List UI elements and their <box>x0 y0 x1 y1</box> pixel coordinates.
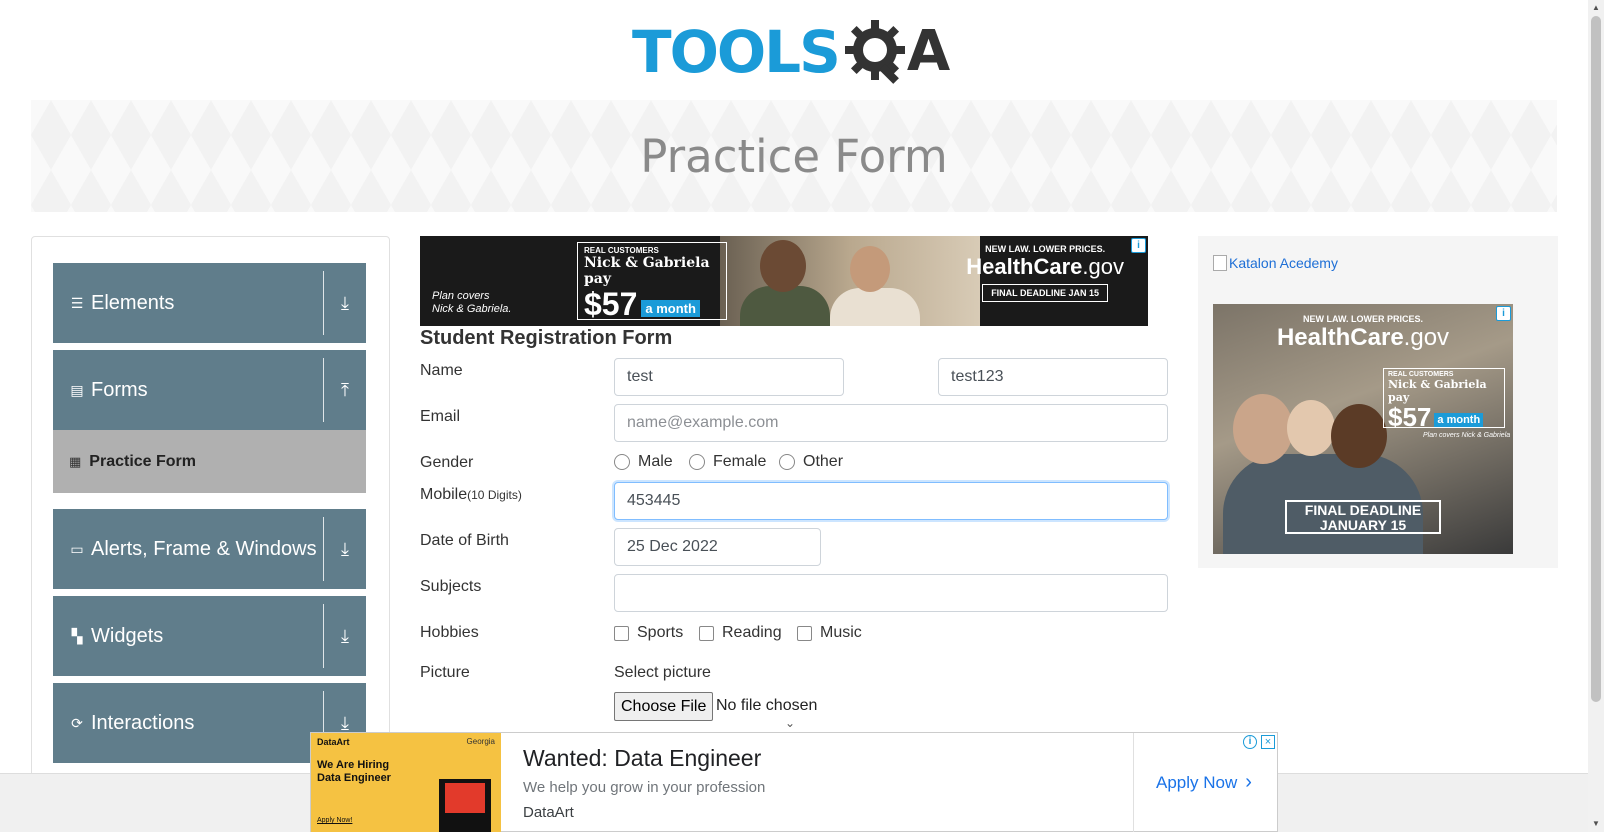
sidebar-group-label: Alerts, Frame & Windows <box>91 537 317 560</box>
ad-plan-copy: Plan covers Nick & Gabriela <box>1423 432 1511 439</box>
ad-plan-copy: Plan covers Nick & Gabriela. <box>432 290 512 315</box>
ad-quote-box: REAL CUSTOMERS Nick & Gabriela pay $57 a… <box>577 242 727 321</box>
hobby-music-checkbox[interactable]: Music <box>797 624 862 642</box>
radio-icon[interactable] <box>614 454 630 470</box>
page-title: Practice Form <box>640 129 948 183</box>
subjects-input[interactable] <box>614 574 1168 612</box>
hobbies-label: Hobbies <box>420 624 479 641</box>
ad-photo <box>720 236 980 326</box>
radio-icon[interactable] <box>779 454 795 470</box>
sidebar-group-label: Elements <box>91 291 175 314</box>
ad-headline: NEW LAW. LOWER PRICES. HealthCare.gov <box>1276 314 1450 351</box>
sidebar-group-elements[interactable]: ☰ Elements ⤓ <box>53 263 366 343</box>
email-label: Email <box>420 408 461 425</box>
mobile-input[interactable]: 453445 <box>614 482 1168 520</box>
sidebar-group-forms[interactable]: ▤ Forms ⤒ <box>53 350 366 430</box>
ad-description: We help you grow in your profession <box>523 779 766 796</box>
widgets-icon: ▚ <box>71 627 83 644</box>
ad-deadline: FINAL DEADLINE JANUARY 15 <box>1285 500 1441 534</box>
form-icon: ▦ <box>69 453 82 469</box>
scroll-up-icon[interactable]: ▲ <box>1588 0 1604 16</box>
expand-icon[interactable]: ⤓ <box>324 626 366 647</box>
scroll-down-icon[interactable]: ▼ <box>1588 816 1604 832</box>
gender-label: Gender <box>420 454 474 471</box>
expand-icon[interactable]: ⤓ <box>324 293 366 314</box>
sidebar-group-alerts[interactable]: ▭ Alerts, Frame & Windows ⤓ <box>53 509 366 589</box>
healthcare-ad-banner[interactable]: Plan covers Nick & Gabriela. REAL CUSTOM… <box>420 236 1148 326</box>
ad-headline[interactable]: Wanted: Data Engineer <box>523 745 761 772</box>
gender-option-label: Female <box>713 453 767 470</box>
gear-magnifier-icon <box>844 20 905 84</box>
chevron-down-icon[interactable]: ⌄ <box>785 716 795 730</box>
page-banner: Practice Form <box>31 100 1557 212</box>
adchoices-icon[interactable]: i <box>1131 238 1146 253</box>
page-scrollbar[interactable]: ▲ ▼ <box>1588 0 1604 832</box>
divider <box>1133 733 1134 832</box>
email-input[interactable]: name@example.com <box>614 404 1168 442</box>
toolsqa-logo[interactable]: TOOLS A <box>632 14 950 90</box>
last-name-input[interactable]: test123 <box>938 358 1168 396</box>
gender-option-label: Other <box>803 453 844 470</box>
dataart-job-ad[interactable]: DataArt Georgia We Are Hiring Data Engin… <box>310 732 1278 832</box>
hobby-sports-checkbox[interactable]: Sports <box>614 624 683 642</box>
hobby-option-label: Reading <box>722 624 782 641</box>
ad-thumbnail: DataArt Georgia We Are Hiring Data Engin… <box>311 733 501 832</box>
sidebar-group-widgets[interactable]: ▚ Widgets ⤓ <box>53 596 366 676</box>
gender-other-radio[interactable]: Other <box>779 453 843 471</box>
window-icon: ▭ <box>70 540 84 557</box>
sidebar-item-label: Practice Form <box>89 452 197 470</box>
subjects-label: Subjects <box>420 578 482 595</box>
divider <box>323 604 324 668</box>
info-icon[interactable]: i <box>1243 735 1257 749</box>
katalon-link-text[interactable]: Katalon Acedemy <box>1229 255 1338 271</box>
checkbox-icon[interactable] <box>699 625 714 641</box>
sidebar-group-label: Widgets <box>91 624 164 647</box>
ad-advertiser: DataArt <box>523 804 574 821</box>
sidebar-group-label: Forms <box>91 378 148 401</box>
divider <box>323 517 324 581</box>
divider <box>323 271 324 335</box>
checkbox-icon[interactable] <box>614 625 629 641</box>
expand-icon[interactable]: ⤓ <box>324 539 366 560</box>
collapse-icon[interactable]: ⤒ <box>324 380 366 401</box>
ad-quote-box: REAL CUSTOMERS Nick & Gabriela pay $57 a… <box>1383 368 1505 430</box>
picture-label: Picture <box>420 664 470 681</box>
select-picture-label: Select picture <box>614 664 711 681</box>
interactions-icon: ⟳ <box>71 714 83 731</box>
logo-text: TOOLS <box>632 18 841 86</box>
katalon-academy-link[interactable]: Katalon Acedemy <box>1213 255 1338 271</box>
sidebar-item-practice-form[interactable]: ▦ Practice Form <box>53 430 366 493</box>
document-icon: ▤ <box>70 381 84 398</box>
file-status-text: No file chosen <box>716 697 818 714</box>
mobile-label: Mobile(10 Digits) <box>420 486 522 503</box>
dob-label: Date of Birth <box>420 532 509 549</box>
form-title: Student Registration Form <box>420 327 673 349</box>
choose-file-button[interactable]: Choose File <box>614 692 714 721</box>
divider <box>323 358 324 422</box>
healthcare-ad-square[interactable]: NEW LAW. LOWER PRICES. HealthCare.gov RE… <box>1213 304 1513 554</box>
hobby-option-label: Music <box>820 624 862 641</box>
name-label: Name <box>420 362 463 379</box>
hobby-option-label: Sports <box>637 624 684 641</box>
apply-now-button[interactable]: Apply Now › <box>1156 771 1252 794</box>
date-of-birth-input[interactable]: 25 Dec 2022 <box>614 528 821 566</box>
close-icon[interactable]: × <box>1261 735 1275 749</box>
adchoices-icon[interactable]: i <box>1496 306 1511 321</box>
chevron-right-icon: › <box>1245 771 1252 793</box>
gender-male-radio[interactable]: Male <box>614 453 673 471</box>
ad-healthcare-block: NEW LAW. LOWER PRICES. HealthCare.gov FI… <box>966 244 1124 302</box>
first-name-input[interactable]: test <box>614 358 844 396</box>
gender-option-label: Male <box>638 453 673 470</box>
scrollbar-thumb[interactable] <box>1591 16 1601 702</box>
checkbox-icon[interactable] <box>797 625 812 641</box>
gender-female-radio[interactable]: Female <box>689 453 766 471</box>
sidebar-group-label: Interactions <box>91 711 195 734</box>
broken-image-icon <box>1213 255 1227 271</box>
hobby-reading-checkbox[interactable]: Reading <box>699 624 782 642</box>
menu-icon: ☰ <box>70 294 84 311</box>
radio-icon[interactable] <box>689 454 705 470</box>
logo-letter: A <box>906 19 951 84</box>
expand-icon[interactable]: ⤓ <box>324 713 366 734</box>
